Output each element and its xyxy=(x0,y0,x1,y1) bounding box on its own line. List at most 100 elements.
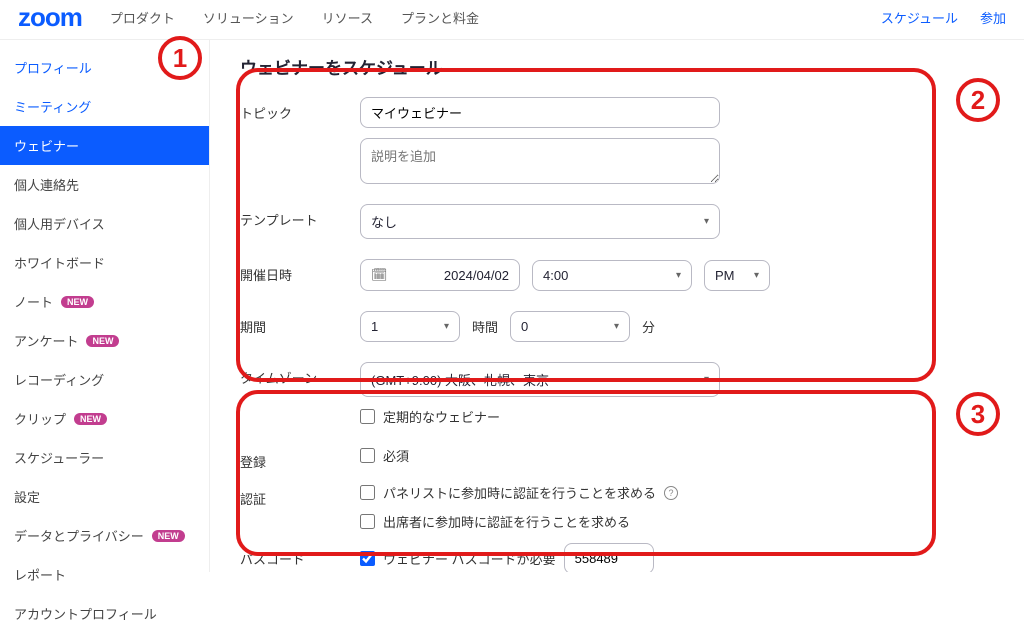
sidebar-item-settings[interactable]: 設定 xyxy=(0,477,209,516)
nav-solution[interactable]: ソリューション xyxy=(203,8,294,27)
sidebar-item-label: データとプライバシー xyxy=(14,526,144,545)
timezone-select[interactable]: (GMT+9:00) 大阪、札幌、東京 ▾ xyxy=(360,362,720,397)
chevron-down-icon: ▾ xyxy=(754,270,759,281)
sidebar-item-data-privacy[interactable]: データとプライバシー NEW xyxy=(0,516,209,555)
label-auth: 認証 xyxy=(240,483,360,508)
chevron-down-icon: ▾ xyxy=(704,216,709,227)
auth-panelist-checkbox[interactable] xyxy=(360,485,375,500)
recurring-label: 定期的なウェビナー xyxy=(383,407,500,426)
sidebar-item-label: 個人用デバイス xyxy=(14,214,105,233)
chevron-down-icon: ▾ xyxy=(614,321,619,332)
hours-unit: 時間 xyxy=(472,317,498,336)
registration-required-label: 必須 xyxy=(383,446,409,465)
sidebar-item-contacts[interactable]: 個人連絡先 xyxy=(0,165,209,204)
sidebar-item-label: アンケート xyxy=(14,331,78,350)
auth-panelist-label: パネリストに参加時に認証を行うことを求める xyxy=(383,483,656,502)
minutes-select[interactable]: 0 ▾ xyxy=(510,311,630,342)
topnav-links: プロダクト ソリューション リソース プランと料金 xyxy=(110,8,479,27)
sidebar-item-label: レポート xyxy=(14,565,66,584)
label-timezone: タイムゾーン xyxy=(240,362,360,387)
calendar-icon: 🗓 xyxy=(371,267,388,283)
sidebar: プロフィール ミーティング ウェビナー 個人連絡先 個人用デバイス ホワイトボー… xyxy=(0,40,210,572)
date-picker[interactable]: 🗓 2024/04/02 xyxy=(360,259,520,291)
chevron-down-icon: ▾ xyxy=(676,270,681,281)
ampm-select[interactable]: PM ▾ xyxy=(704,260,770,291)
time-value: 4:00 xyxy=(543,268,568,283)
sidebar-item-survey[interactable]: アンケート NEW xyxy=(0,321,209,360)
minutes-value: 0 xyxy=(521,319,528,334)
row-topic: トピック xyxy=(240,97,984,184)
template-select[interactable]: なし ▾ xyxy=(360,204,720,239)
topnav-right: スケジュール 参加 xyxy=(881,8,1006,27)
passcode-required-checkbox[interactable] xyxy=(360,551,375,566)
zoom-logo: zoom xyxy=(18,2,82,33)
label-topic: トピック xyxy=(240,97,360,122)
topic-input[interactable] xyxy=(360,97,720,128)
sidebar-item-devices[interactable]: 個人用デバイス xyxy=(0,204,209,243)
sidebar-item-label: ノート xyxy=(14,292,53,311)
passcode-required-label: ウェビナー パスコードが必要 xyxy=(383,549,556,568)
sidebar-item-label: レコーディング xyxy=(14,370,104,389)
label-registration: 登録 xyxy=(240,446,360,471)
hours-value: 1 xyxy=(371,319,378,334)
sidebar-item-profile[interactable]: プロフィール xyxy=(0,48,209,87)
row-passcode: パスコード ウェビナー パスコードが必要 xyxy=(240,543,984,572)
sidebar-item-label: 設定 xyxy=(14,487,40,506)
row-duration: 期間 1 ▾ 時間 0 ▾ 分 xyxy=(240,311,984,342)
sidebar-item-notes[interactable]: ノート NEW xyxy=(0,282,209,321)
recurring-checkbox[interactable] xyxy=(360,409,375,424)
date-value: 2024/04/02 xyxy=(444,268,509,283)
content: ウェビナーをスケジュール トピック テンプレート なし ▾ 開催日時 xyxy=(210,40,1024,572)
sidebar-item-meeting[interactable]: ミーティング xyxy=(0,87,209,126)
nav-join[interactable]: 参加 xyxy=(980,8,1006,27)
row-timezone: タイムゾーン (GMT+9:00) 大阪、札幌、東京 ▾ 定期的なウェビナー xyxy=(240,362,984,426)
passcode-input[interactable] xyxy=(564,543,654,572)
sidebar-item-label: ウェビナー xyxy=(14,136,79,155)
chevron-down-icon: ▾ xyxy=(444,321,449,332)
sidebar-item-label: プロフィール xyxy=(14,58,92,77)
help-icon[interactable]: ? xyxy=(664,486,678,500)
description-textarea[interactable] xyxy=(360,138,720,184)
sidebar-item-label: スケジューラー xyxy=(14,448,104,467)
sidebar-item-webinar[interactable]: ウェビナー xyxy=(0,126,209,165)
label-duration: 期間 xyxy=(240,311,360,336)
sidebar-item-label: アカウントプロフィール xyxy=(14,604,157,623)
sidebar-item-scheduler[interactable]: スケジューラー xyxy=(0,438,209,477)
auth-attendee-checkbox[interactable] xyxy=(360,514,375,529)
sidebar-item-recording[interactable]: レコーディング xyxy=(0,360,209,399)
sidebar-item-whiteboard[interactable]: ホワイトボード xyxy=(0,243,209,282)
ampm-value: PM xyxy=(715,268,735,283)
sidebar-item-clip[interactable]: クリップ NEW xyxy=(0,399,209,438)
row-datetime: 開催日時 🗓 2024/04/02 4:00 ▾ PM ▾ xyxy=(240,259,984,291)
label-datetime: 開催日時 xyxy=(240,259,360,284)
sidebar-item-report[interactable]: レポート xyxy=(0,555,209,594)
row-auth: 認証 パネリストに参加時に認証を行うことを求める ? 出席者に参加時に認証を行う… xyxy=(240,483,984,531)
sidebar-item-account-profile[interactable]: アカウントプロフィール xyxy=(0,594,209,633)
nav-resource[interactable]: リソース xyxy=(322,8,373,27)
sidebar-item-label: 個人連絡先 xyxy=(14,175,79,194)
sidebar-item-label: クリップ xyxy=(14,409,66,428)
template-value: なし xyxy=(371,212,397,231)
chevron-down-icon: ▾ xyxy=(704,374,709,385)
nav-pricing[interactable]: プランと料金 xyxy=(401,8,479,27)
new-badge-icon: NEW xyxy=(61,296,94,308)
new-badge-icon: NEW xyxy=(74,413,107,425)
page-title: ウェビナーをスケジュール xyxy=(240,54,984,79)
top-nav: zoom プロダクト ソリューション リソース プランと料金 スケジュール 参加 xyxy=(0,0,1024,40)
registration-required-checkbox[interactable] xyxy=(360,448,375,463)
label-passcode: パスコード xyxy=(240,543,360,568)
new-badge-icon: NEW xyxy=(86,335,119,347)
nav-product[interactable]: プロダクト xyxy=(110,8,175,27)
label-template: テンプレート xyxy=(240,204,360,229)
time-select[interactable]: 4:00 ▾ xyxy=(532,260,692,291)
nav-schedule[interactable]: スケジュール xyxy=(881,8,958,27)
minutes-unit: 分 xyxy=(642,317,655,336)
hours-select[interactable]: 1 ▾ xyxy=(360,311,460,342)
new-badge-icon: NEW xyxy=(152,530,185,542)
timezone-value: (GMT+9:00) 大阪、札幌、東京 xyxy=(371,370,549,389)
auth-attendee-label: 出席者に参加時に認証を行うことを求める xyxy=(383,512,630,531)
sidebar-item-label: ミーティング xyxy=(14,97,91,116)
row-template: テンプレート なし ▾ xyxy=(240,204,984,239)
row-registration: 登録 必須 xyxy=(240,446,984,471)
sidebar-item-label: ホワイトボード xyxy=(14,253,105,272)
